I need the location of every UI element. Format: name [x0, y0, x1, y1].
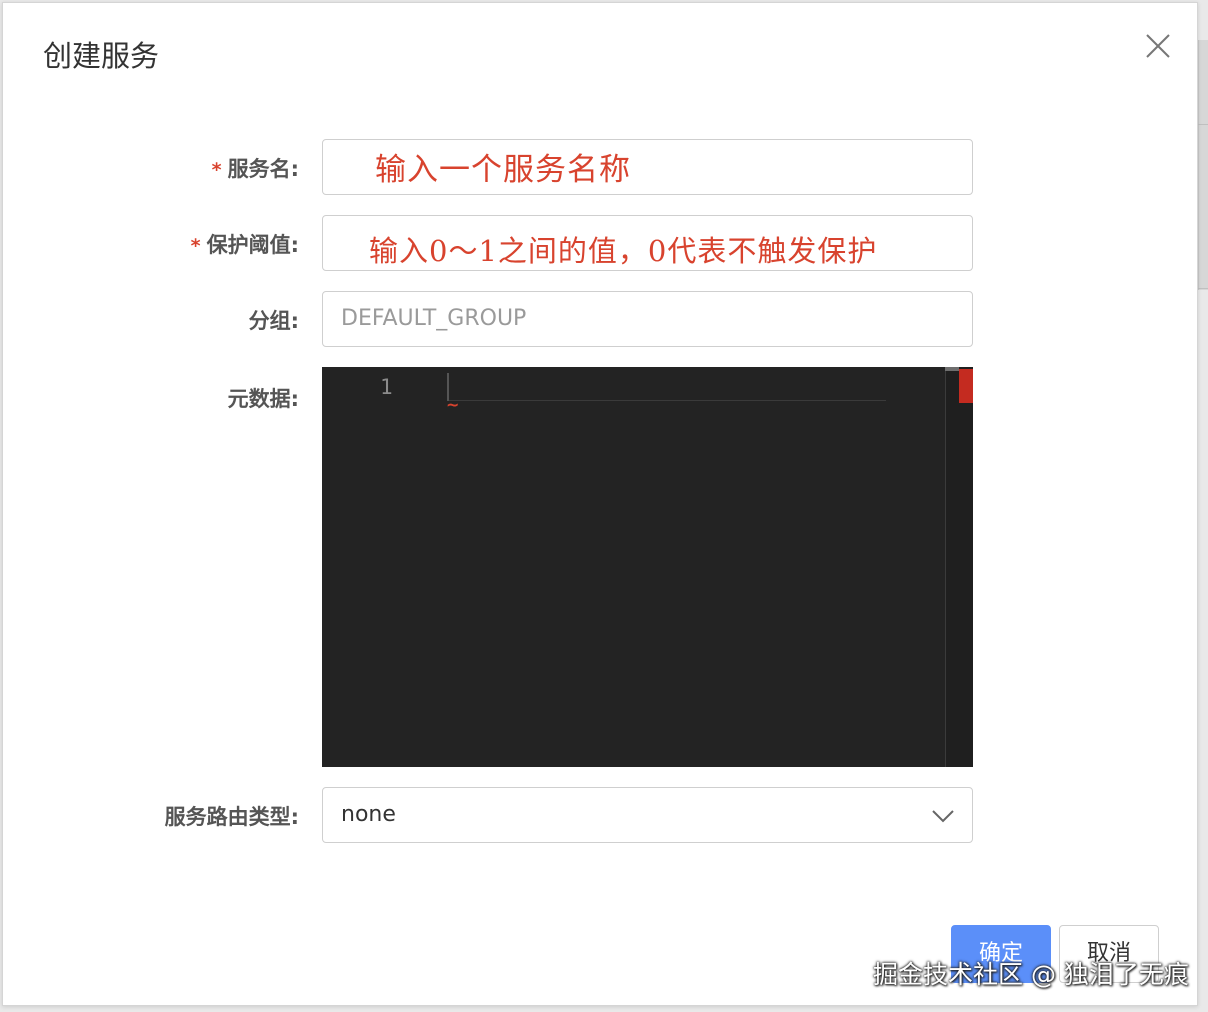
- required-mark: *: [190, 235, 201, 257]
- watermark-text: 掘金技术社区 @ 独泪了无痕: [873, 960, 1189, 989]
- protect-threshold-label: * 保护阈值:: [190, 233, 299, 257]
- close-icon: [1146, 34, 1170, 58]
- group-input[interactable]: DEFAULT_GROUP: [322, 291, 973, 347]
- create-service-dialog: 创建服务 * 服务名: 输入一个服务名称 * 保护阈值: 输入0～1之间的值，0代表…: [2, 2, 1198, 1006]
- protect-threshold-annotation: 输入0～1之间的值，0代表不触发保护: [369, 234, 878, 268]
- service-name-input[interactable]: 输入一个服务名称: [322, 139, 973, 195]
- line-number: 1: [380, 375, 393, 399]
- route-type-value: none: [341, 802, 396, 827]
- error-marker: [959, 369, 973, 403]
- route-type-label: 服务路由类型:: [164, 805, 299, 829]
- protect-threshold-input[interactable]: 输入0～1之间的值，0代表不触发保护: [322, 215, 973, 271]
- backdrop-panel-edge: [1198, 40, 1208, 290]
- group-label: 分组:: [248, 309, 299, 333]
- active-line-highlight: [449, 400, 886, 401]
- required-mark: *: [211, 159, 222, 181]
- backdrop-divider: [1198, 124, 1208, 125]
- metadata-label: 元数据:: [227, 387, 299, 411]
- metadata-code-editor[interactable]: 1 ~: [322, 367, 973, 767]
- group-placeholder: DEFAULT_GROUP: [341, 306, 527, 331]
- scrollbar-thumb[interactable]: [945, 367, 959, 371]
- service-name-annotation: 输入一个服务名称: [375, 152, 631, 188]
- close-button[interactable]: [1141, 29, 1175, 63]
- error-squiggle-icon: ~: [446, 395, 460, 414]
- backdrop-divider: [1198, 288, 1208, 289]
- dialog-title: 创建服务: [43, 39, 160, 73]
- service-name-label: * 服务名:: [211, 157, 299, 181]
- editor-scrollbar[interactable]: [945, 367, 973, 767]
- route-type-select[interactable]: none: [322, 787, 973, 843]
- chevron-down-icon: [932, 810, 954, 823]
